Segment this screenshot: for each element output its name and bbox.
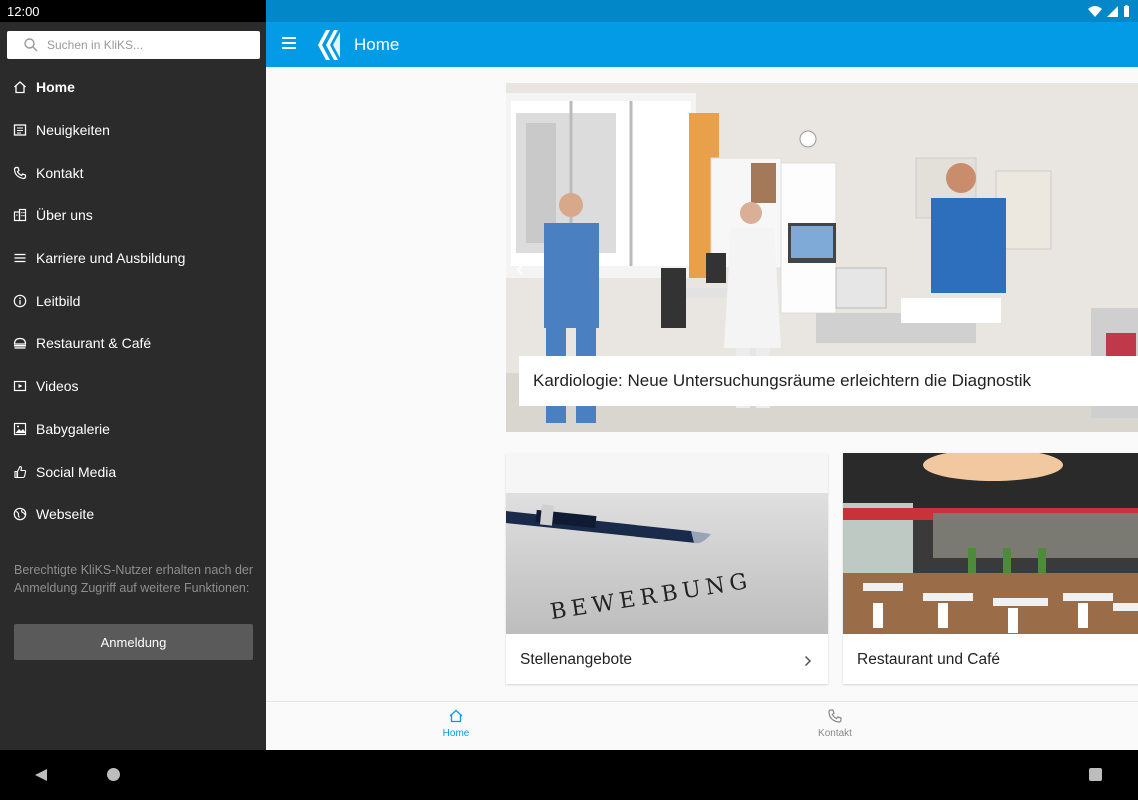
restaurant-image bbox=[843, 453, 1138, 634]
menu-item-babygalerie[interactable]: Babygalerie bbox=[0, 408, 266, 451]
menu-item-label: Home bbox=[36, 79, 75, 96]
card-stellenangebote[interactable]: BEWERBUNG Stellenangebote bbox=[506, 453, 828, 684]
search-box[interactable] bbox=[7, 31, 260, 59]
status-icons bbox=[1088, 5, 1130, 17]
menu-item-label: Social Media bbox=[36, 463, 117, 480]
main-content: ‹ Kardiologie: Neue Untersuchungsräume e… bbox=[266, 67, 1138, 701]
card-image: BEWERBUNG bbox=[506, 453, 828, 634]
menu-item-label: Über uns bbox=[36, 207, 93, 224]
card-label: Stellenangebote bbox=[520, 651, 633, 668]
bottom-nav-home[interactable]: Home bbox=[416, 708, 496, 739]
video-icon bbox=[12, 378, 28, 394]
search-input[interactable] bbox=[47, 38, 237, 52]
thumbs-up-icon bbox=[12, 464, 28, 480]
home-icon bbox=[449, 709, 463, 723]
carousel-prev-icon[interactable]: ‹ bbox=[516, 255, 524, 283]
info-icon bbox=[12, 293, 28, 309]
menu-item-label: Videos bbox=[36, 378, 79, 395]
menu-item-label: Babygalerie bbox=[36, 420, 110, 437]
menu-item-label: Karriere und Ausbildung bbox=[36, 250, 186, 267]
status-bar-left: 12:00 bbox=[0, 0, 266, 22]
menu-item-label: Neuigkeiten bbox=[36, 122, 110, 139]
menu-item-label: Leitbild bbox=[36, 292, 81, 309]
menu-item-label: Webseite bbox=[36, 506, 95, 523]
phone-icon bbox=[828, 709, 842, 723]
search-icon bbox=[24, 38, 38, 52]
home-button-icon[interactable] bbox=[107, 768, 120, 781]
card-label: Restaurant und Café bbox=[857, 651, 1001, 668]
navigation-drawer: Home Neuigkeiten Kontakt Über uns Karrie… bbox=[0, 22, 266, 750]
hamburger-menu-icon[interactable] bbox=[282, 36, 298, 50]
menu-item-label: Restaurant & Café bbox=[36, 335, 152, 352]
menu-item-leitbild[interactable]: Leitbild bbox=[0, 279, 266, 322]
drawer-menu: Home Neuigkeiten Kontakt Über uns Karrie… bbox=[0, 66, 266, 536]
menu-item-ueber-uns[interactable]: Über uns bbox=[0, 194, 266, 237]
menu-item-restaurant[interactable]: Restaurant & Café bbox=[0, 322, 266, 365]
menu-item-kontakt[interactable]: Kontakt bbox=[0, 151, 266, 194]
menu-item-videos[interactable]: Videos bbox=[0, 365, 266, 408]
back-icon[interactable] bbox=[34, 768, 48, 782]
card-restaurant[interactable]: Restaurant und Café bbox=[843, 453, 1138, 684]
app-bar: Home bbox=[266, 22, 1138, 67]
menu-item-neuigkeiten[interactable]: Neuigkeiten bbox=[0, 109, 266, 152]
gallery-icon bbox=[12, 421, 28, 437]
status-bar-right bbox=[266, 0, 1138, 22]
hero-caption: Kardiologie: Neue Untersuchungsräume erl… bbox=[519, 356, 1138, 406]
bottom-nav-kontakt[interactable]: Kontakt bbox=[795, 708, 875, 739]
menu-item-social-media[interactable]: Social Media bbox=[0, 450, 266, 493]
news-icon bbox=[12, 122, 28, 138]
wifi-icon bbox=[1088, 5, 1102, 17]
menu-item-karriere[interactable]: Karriere und Ausbildung bbox=[0, 237, 266, 280]
home-icon bbox=[12, 79, 28, 95]
system-navigation-bar bbox=[0, 750, 1138, 800]
battery-icon bbox=[1124, 5, 1129, 17]
status-bar: 12:00 bbox=[0, 0, 1138, 22]
building-icon bbox=[12, 207, 28, 223]
card-image bbox=[843, 453, 1138, 634]
menu-item-home[interactable]: Home bbox=[0, 66, 266, 109]
page-title: Home bbox=[354, 35, 400, 54]
login-info-text: Berechtigte KliKS-Nutzer erhalten nach d… bbox=[14, 563, 254, 595]
kliks-logo bbox=[318, 30, 340, 60]
chevron-right-icon[interactable] bbox=[804, 655, 812, 667]
bewerbung-image: BEWERBUNG bbox=[506, 453, 828, 634]
status-time: 12:00 bbox=[7, 4, 40, 19]
menu-item-label: Kontakt bbox=[36, 164, 84, 181]
bottom-navigation: Home Kontakt bbox=[266, 701, 1138, 750]
restaurant-icon bbox=[12, 335, 28, 351]
globe-icon bbox=[12, 506, 28, 522]
list-icon bbox=[12, 250, 28, 266]
menu-item-webseite[interactable]: Webseite bbox=[0, 493, 266, 536]
hero-carousel[interactable]: ‹ Kardiologie: Neue Untersuchungsräume e… bbox=[506, 83, 1138, 432]
phone-icon bbox=[12, 165, 28, 181]
bottom-nav-kontakt-label: Kontakt bbox=[818, 728, 852, 739]
signal-icon bbox=[1107, 5, 1118, 17]
recent-apps-icon[interactable] bbox=[1089, 768, 1102, 781]
bottom-nav-home-label: Home bbox=[442, 728, 470, 739]
login-button[interactable]: Anmeldung bbox=[14, 624, 253, 660]
